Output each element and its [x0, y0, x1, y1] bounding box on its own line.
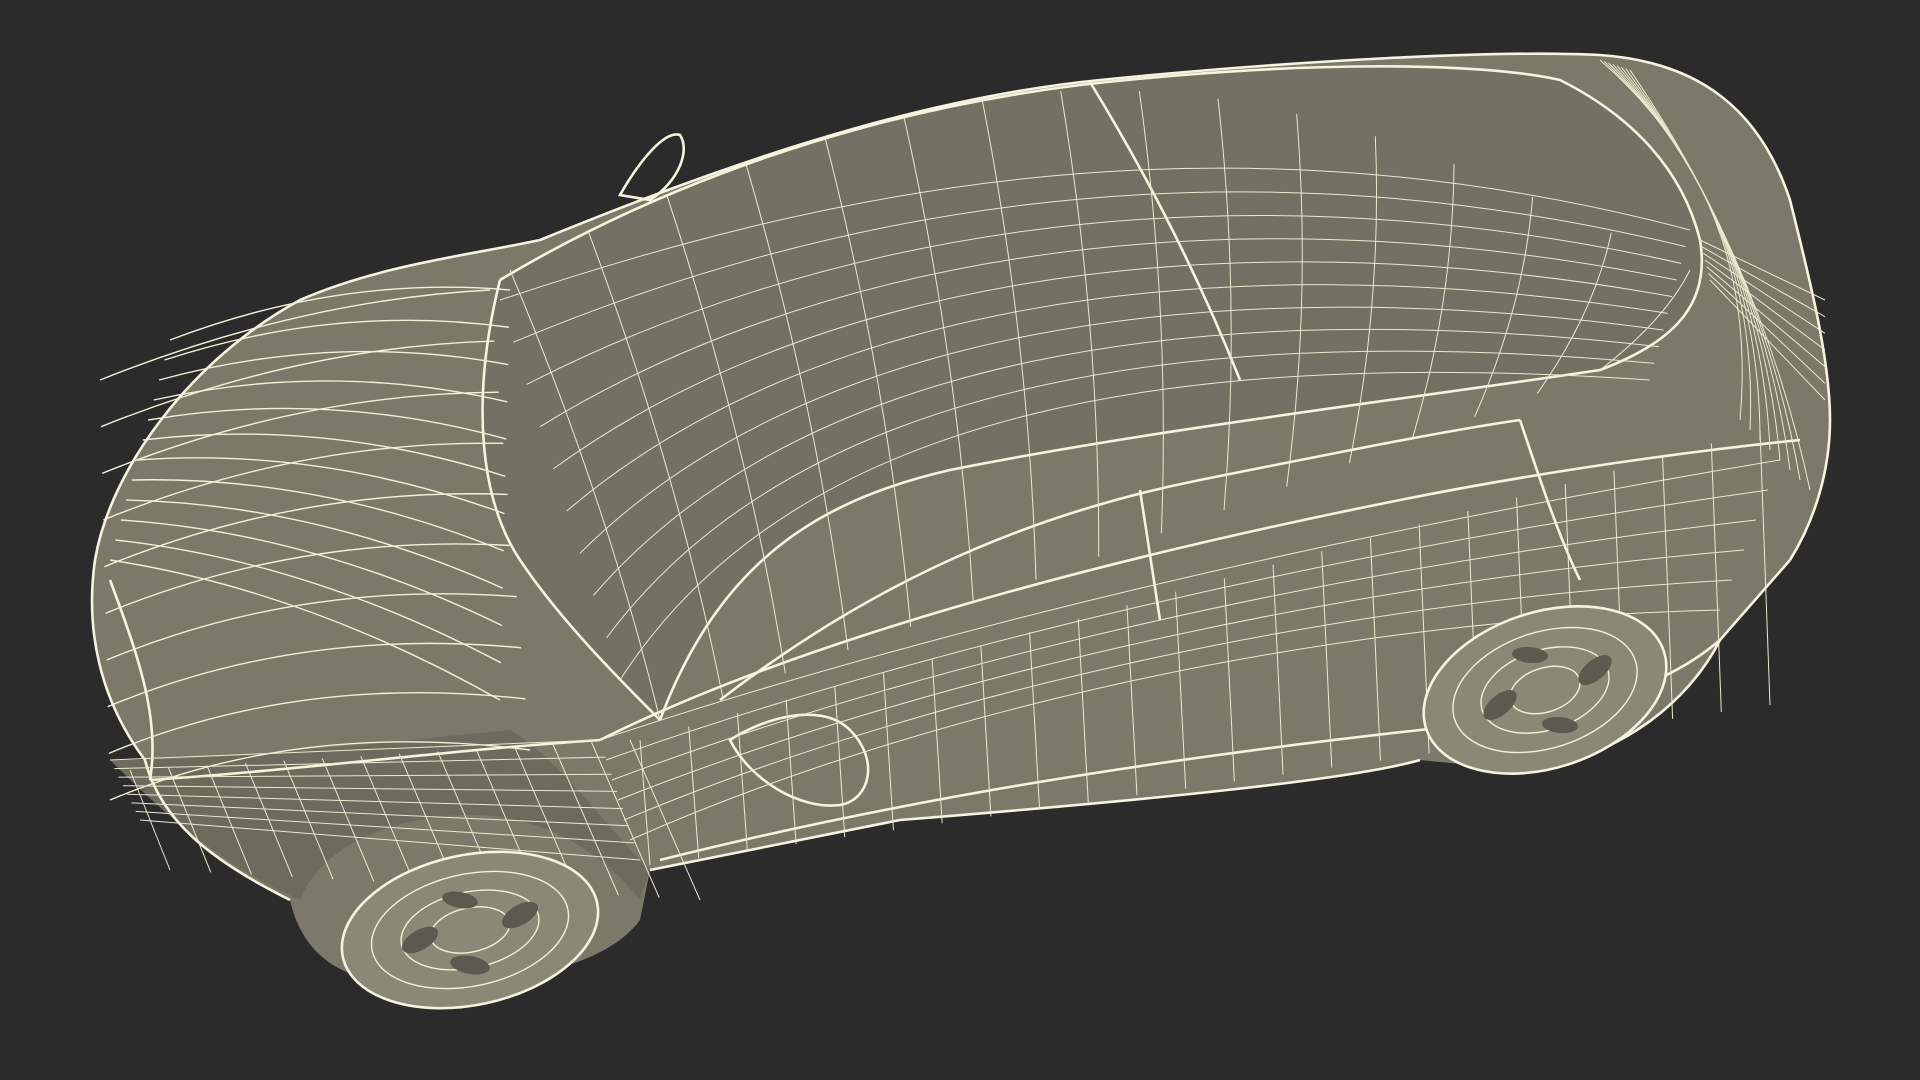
render-viewport	[0, 0, 1920, 1080]
car-wireframe-render	[90, 52, 1832, 1010]
